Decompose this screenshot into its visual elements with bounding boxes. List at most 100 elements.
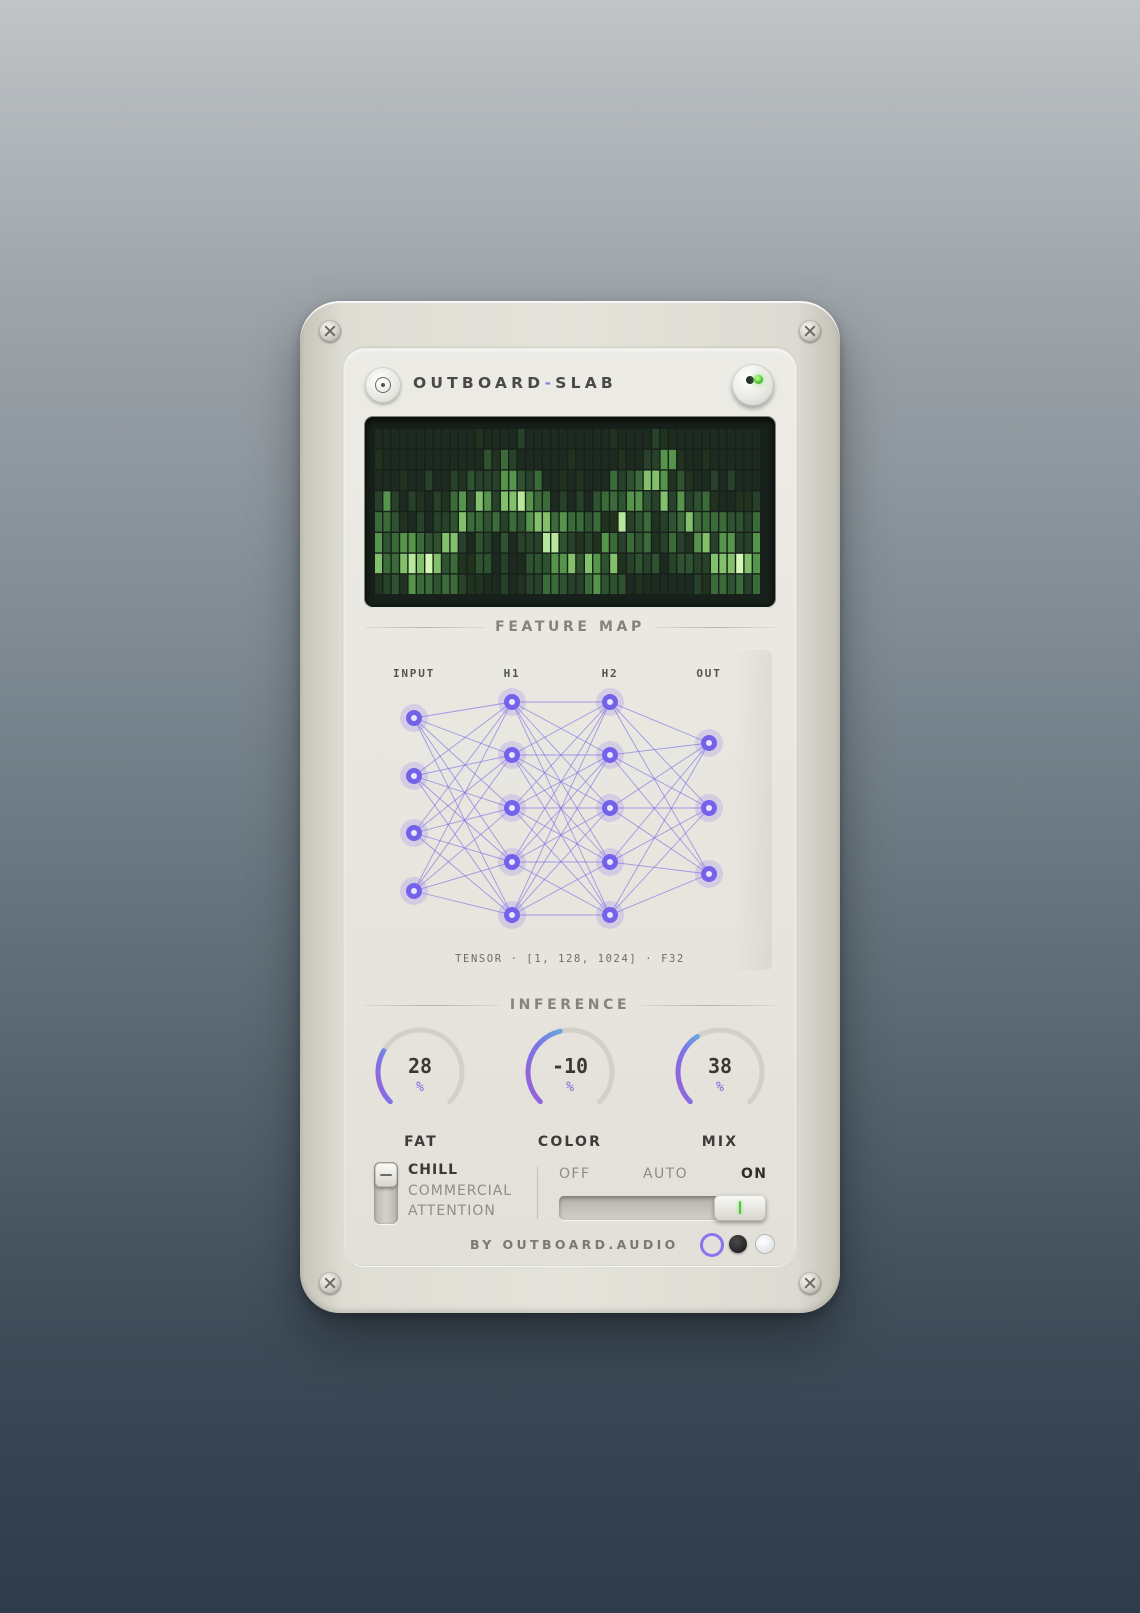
feature-cell: [526, 574, 534, 594]
mix-knob[interactable]: 38 %: [670, 1022, 770, 1122]
feature-cell: [601, 553, 609, 574]
feature-cell: [677, 429, 685, 449]
feature-cell: [568, 470, 576, 490]
feature-cell: [677, 512, 685, 532]
feature-cell: [576, 449, 584, 470]
feature-cell: [526, 491, 534, 511]
feature-cell: [753, 470, 760, 490]
network-node: [695, 729, 723, 757]
record-icon[interactable]: [365, 367, 401, 403]
feature-cell: [459, 470, 466, 490]
tri-option-off[interactable]: OFF: [559, 1166, 590, 1182]
color-unit: %: [566, 1080, 574, 1095]
network-edge: [413, 775, 513, 809]
network-edge: [413, 701, 513, 834]
feature-cell: [593, 574, 601, 594]
feature-cell: [475, 449, 483, 470]
feature-cell: [543, 429, 550, 449]
feature-cell: [627, 491, 634, 511]
feature-cell: [576, 429, 584, 449]
feature-cell: [417, 533, 424, 553]
feature-cell: [517, 429, 525, 449]
network-node: [400, 762, 428, 790]
feature-cell: [618, 512, 626, 532]
feature-cell: [450, 470, 458, 490]
feature-cell: [484, 449, 492, 470]
feature-cell: [711, 491, 718, 511]
feature-cell: [509, 553, 517, 574]
feature-cell: [610, 429, 618, 449]
feature-cell: [475, 512, 483, 532]
tri-option-on[interactable]: ON: [741, 1166, 767, 1182]
mode-option-commercial[interactable]: COMMERCIAL: [408, 1181, 512, 1202]
feature-cell: [753, 533, 760, 553]
feature-cell: [601, 470, 609, 490]
slider-thumb[interactable]: [714, 1195, 766, 1221]
network-edge: [609, 701, 710, 809]
feature-cell: [610, 470, 618, 490]
feature-cell: [383, 553, 391, 574]
feature-cell: [400, 470, 408, 490]
feature-cell: [391, 429, 399, 449]
feature-cell: [652, 533, 660, 553]
feature-cell: [417, 553, 424, 574]
feature-cell: [467, 429, 475, 449]
feature-cell: [593, 512, 601, 532]
feature-cell: [736, 429, 744, 449]
feature-cell: [442, 429, 450, 449]
feature-cell: [652, 470, 660, 490]
feature-cell: [694, 574, 702, 594]
feature-cell: [425, 574, 433, 594]
feature-cell: [559, 429, 567, 449]
color-knob[interactable]: -10 %: [520, 1022, 620, 1122]
feature-cell: [442, 491, 450, 511]
theme-dark-swatch[interactable]: [729, 1235, 747, 1253]
feature-cell: [711, 449, 718, 470]
fat-knob[interactable]: 28 %: [370, 1022, 470, 1122]
feature-cell: [375, 574, 382, 594]
feature-map-grid: [375, 429, 760, 594]
feature-cell: [417, 449, 424, 470]
feature-cell: [585, 574, 592, 594]
divider: [365, 1005, 499, 1006]
mode-switch-handle[interactable]: [375, 1163, 397, 1187]
feature-cell: [660, 574, 668, 594]
feature-cell: [568, 429, 576, 449]
theme-frost-swatch[interactable]: [756, 1235, 774, 1253]
feature-cell: [727, 574, 735, 594]
feature-cell: [702, 533, 710, 553]
feature-cell: [601, 574, 609, 594]
feature-cell: [585, 449, 592, 470]
feature-cell: [593, 429, 601, 449]
feature-cell: [593, 533, 601, 553]
feature-cell: [601, 449, 609, 470]
off-auto-on-slider[interactable]: [559, 1195, 766, 1221]
mode-option-attention[interactable]: ATTENTION: [408, 1201, 512, 1222]
feature-cell: [559, 533, 567, 553]
feature-cell: [669, 449, 676, 470]
feature-cell: [618, 429, 626, 449]
feature-cell: [459, 512, 466, 532]
feature-cell: [433, 512, 441, 532]
feature-cell: [492, 470, 500, 490]
mix-unit: %: [716, 1080, 724, 1095]
feature-cell: [601, 491, 609, 511]
feature-cell: [391, 553, 399, 574]
feature-cell: [501, 533, 508, 553]
feature-cell: [526, 553, 534, 574]
network-edges: [413, 701, 710, 916]
mode-switch[interactable]: [374, 1162, 398, 1224]
feature-cell: [543, 533, 550, 553]
feature-cell: [433, 470, 441, 490]
feature-cell: [467, 533, 475, 553]
layer-label-h1: H1: [503, 667, 521, 680]
power-led-icon[interactable]: [732, 364, 774, 406]
mode-option-chill[interactable]: CHILL: [408, 1160, 512, 1181]
feature-cell: [467, 491, 475, 511]
tri-option-auto[interactable]: AUTO: [643, 1166, 688, 1182]
network-node: [498, 794, 526, 822]
feature-cell: [526, 512, 534, 532]
theme-light-swatch[interactable]: [700, 1233, 724, 1257]
feature-cell: [450, 491, 458, 511]
feature-cell: [400, 429, 408, 449]
